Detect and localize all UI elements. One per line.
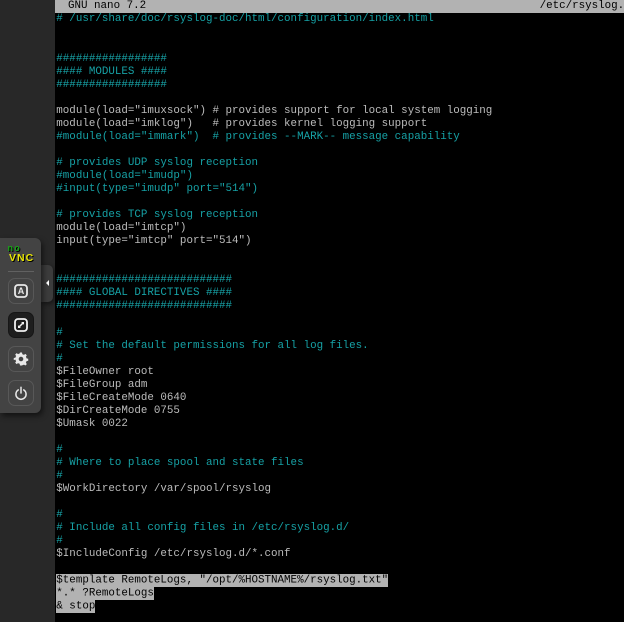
svg-text:A: A [17,286,24,296]
